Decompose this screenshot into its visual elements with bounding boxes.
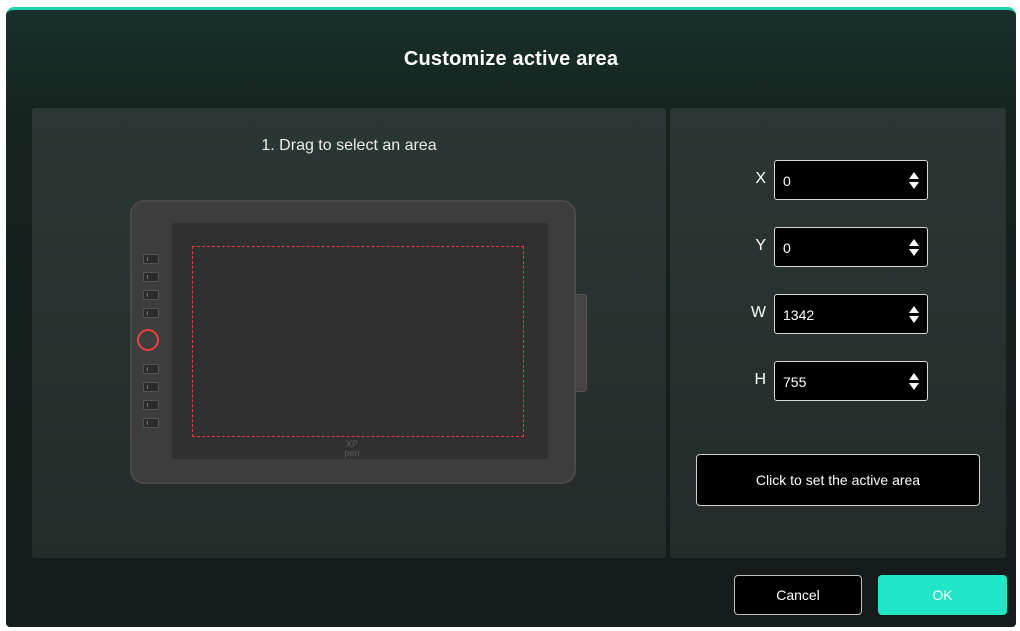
tablet-preview-panel: 1. Drag to select an area XP pen (32, 108, 666, 558)
express-key-icon (143, 400, 159, 410)
w-spinbox[interactable]: 1342 (774, 294, 928, 334)
h-label: H (754, 371, 766, 388)
h-increment-icon[interactable] (909, 373, 919, 380)
drag-instruction: 1. Drag to select an area (261, 137, 437, 154)
w-decrement-icon[interactable] (909, 316, 919, 323)
h-spinbox[interactable]: 755 (774, 361, 928, 401)
express-key-icon (143, 290, 159, 300)
customize-active-area-dialog: Customize active area 1. Drag to select … (6, 7, 1016, 627)
set-active-area-button[interactable]: Click to set the active area (696, 454, 980, 506)
w-value[interactable]: 1342 (783, 307, 814, 323)
y-label: Y (755, 237, 766, 254)
x-spinbox[interactable]: 0 (774, 160, 928, 200)
x-decrement-icon[interactable] (909, 182, 919, 189)
x-value[interactable]: 0 (783, 173, 791, 189)
express-key-icon (143, 308, 159, 318)
ok-button[interactable]: OK (878, 575, 1007, 615)
w-label: W (750, 304, 766, 321)
dialog-title: Customize active area (403, 48, 619, 70)
y-spinbox[interactable]: 0 (774, 227, 928, 267)
express-key-icon (143, 254, 159, 264)
h-value[interactable]: 755 (783, 374, 806, 390)
h-decrement-icon[interactable] (909, 383, 919, 390)
x-increment-icon[interactable] (909, 172, 919, 179)
y-stepper-icon[interactable] (909, 238, 919, 258)
express-key-icon (143, 364, 159, 374)
x-stepper-icon[interactable] (909, 171, 919, 191)
express-key-icon (143, 418, 159, 428)
h-stepper-icon[interactable] (909, 372, 919, 392)
active-area-selection[interactable] (192, 246, 524, 437)
y-value[interactable]: 0 (783, 240, 791, 256)
brand-logo-line2: pen (344, 448, 360, 458)
brand-logo: XP pen (332, 440, 372, 458)
y-increment-icon[interactable] (909, 239, 919, 246)
express-key-icon (143, 382, 159, 392)
dial-ring-icon (137, 329, 159, 351)
w-increment-icon[interactable] (909, 306, 919, 313)
express-key-icon (143, 272, 159, 282)
w-stepper-icon[interactable] (909, 305, 919, 325)
area-settings-panel: X 0 Y 0 W 1342 H 755 Click to set the ac… (670, 108, 1006, 558)
cancel-button[interactable]: Cancel (734, 575, 862, 615)
x-label: X (755, 170, 766, 187)
y-decrement-icon[interactable] (909, 249, 919, 256)
